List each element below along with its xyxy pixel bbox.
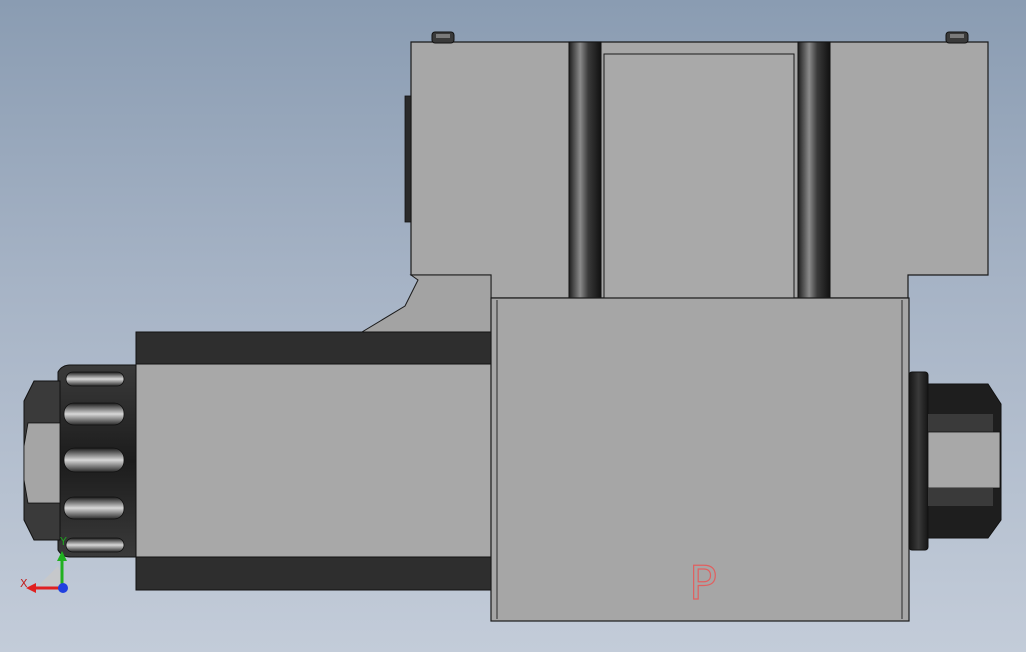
z-axis-dot — [58, 583, 68, 593]
right-flange — [908, 371, 929, 551]
model-canvas[interactable]: P X Y — [0, 0, 1026, 652]
coordinate-triad: X Y — [20, 535, 68, 593]
left-hex-nut — [23, 380, 61, 541]
top-pin-right — [945, 31, 969, 44]
x-axis-label: X — [20, 577, 28, 590]
port-label-p: P — [689, 556, 717, 610]
top-manifold — [404, 41, 989, 299]
mounting-rod-right — [797, 41, 831, 299]
support-gusset — [360, 274, 492, 333]
mounting-rod-left — [568, 41, 602, 299]
right-hex-nut — [927, 383, 1002, 539]
left-solenoid-housing — [135, 331, 493, 591]
y-axis-label: Y — [59, 535, 67, 548]
cad-viewport[interactable]: P X Y — [0, 0, 1026, 652]
left-knurled-ring — [57, 364, 137, 558]
top-pin-left — [431, 31, 455, 44]
